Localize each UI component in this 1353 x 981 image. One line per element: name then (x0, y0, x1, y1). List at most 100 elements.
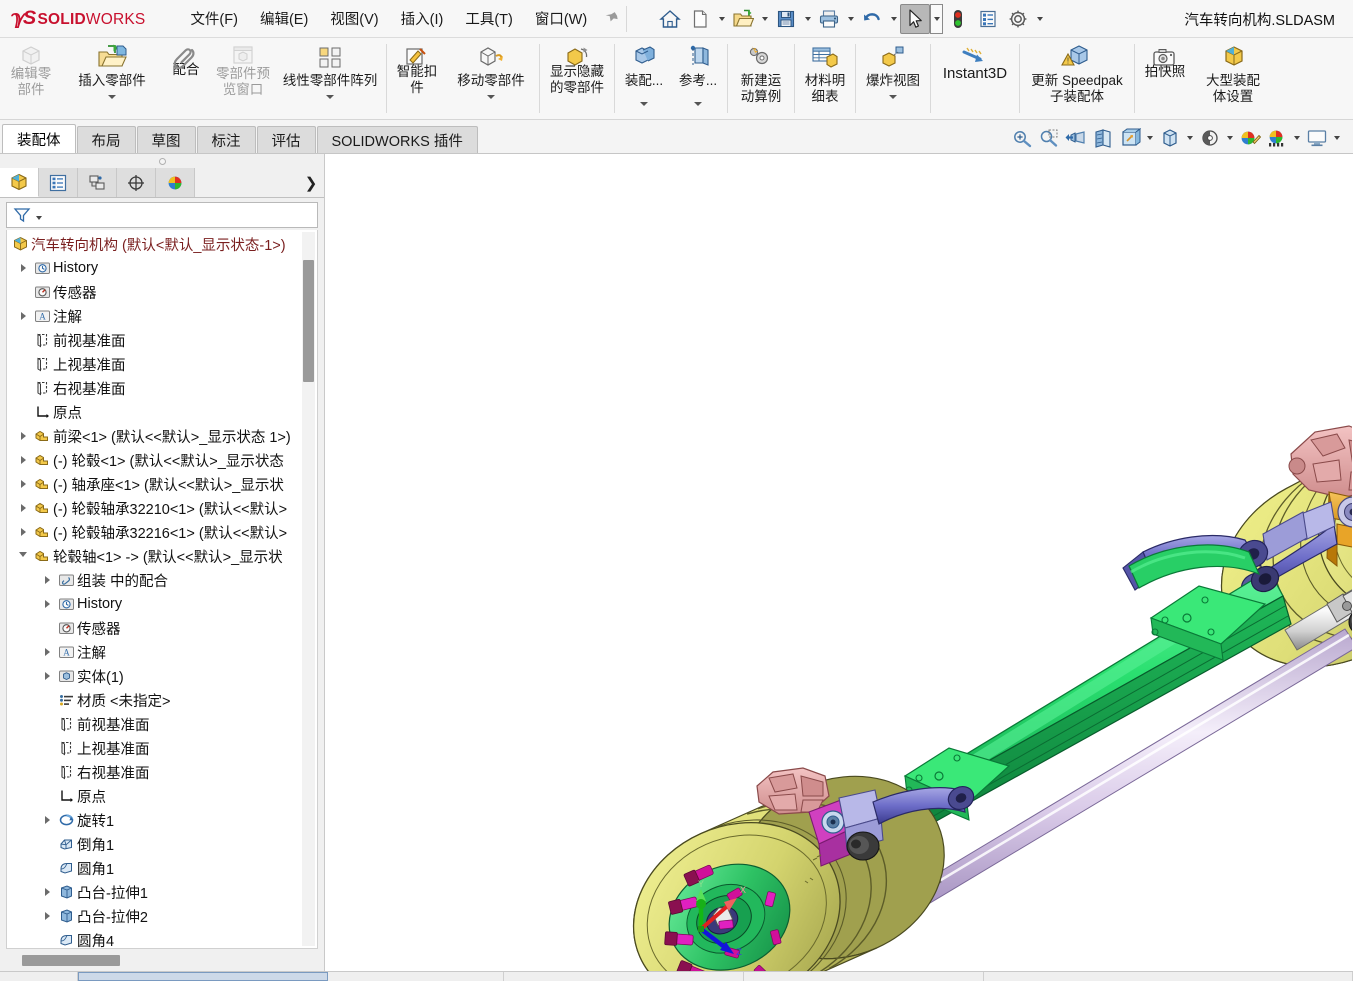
feature-tree-horizontal-scrollbar[interactable] (0, 949, 324, 971)
graphics-viewport[interactable]: Y X Z (325, 154, 1353, 971)
tree-sub-front-plane[interactable]: 前视基准面 (7, 712, 317, 736)
tab-layout[interactable]: 布局 (76, 126, 136, 153)
tree-right-plane[interactable]: 右视基准面 (7, 376, 317, 400)
tree-feature-boss-extrude1[interactable]: 凸台-拉伸1 (7, 880, 317, 904)
ribbon-component-preview[interactable]: 零部件预 览窗口 (210, 38, 276, 119)
ribbon-update-speedpak[interactable]: ! 更新 Speedpak 子装配体 (1022, 38, 1132, 119)
edit-appearance-icon[interactable] (1237, 125, 1263, 150)
ribbon-take-snapshot[interactable]: 拍快照 (1137, 38, 1193, 119)
feature-tree-filter[interactable] (6, 202, 318, 228)
tab-evaluate[interactable]: 评估 (256, 126, 316, 153)
menu-view[interactable]: 视图(V) (319, 4, 389, 33)
apply-scene-icon[interactable] (1264, 125, 1290, 150)
menu-edit[interactable]: 编辑(E) (249, 4, 319, 33)
tree-root-assembly[interactable]: 汽车转向机构 (默认<默认_显示状态-1>) (7, 232, 317, 256)
scrollbar-thumb[interactable] (303, 260, 314, 382)
menu-insert[interactable]: 插入(I) (390, 4, 455, 33)
ribbon-bom[interactable]: 材料明 细表 (797, 38, 853, 119)
fm-tab-property-manager[interactable] (39, 168, 78, 197)
feature-tree-vertical-scrollbar[interactable] (302, 232, 315, 946)
menu-tools[interactable]: 工具(T) (454, 4, 524, 33)
twisty-closed[interactable] (39, 648, 55, 656)
undo-caret[interactable] (887, 4, 900, 34)
hide-show-items-caret[interactable] (1224, 125, 1236, 150)
tree-sub-right-plane[interactable]: 右视基准面 (7, 760, 317, 784)
twisty-closed[interactable] (15, 312, 31, 320)
tree-origin[interactable]: 原点 (7, 400, 317, 424)
twisty-closed[interactable] (39, 576, 55, 584)
tab-assembly[interactable]: 装配体 (2, 124, 76, 153)
select-pointer-caret[interactable] (930, 3, 944, 34)
ribbon-reference-geometry[interactable]: 参考... (671, 38, 725, 119)
tree-part-bearing-seat[interactable]: (-) 轴承座<1> (默认<<默认>_显示状 (7, 472, 317, 496)
view-settings-caret[interactable] (1331, 125, 1343, 150)
previous-view-icon[interactable] (1063, 125, 1089, 150)
menu-file[interactable]: 文件(F) (179, 4, 249, 33)
tree-annotations[interactable]: A 注解 (7, 304, 317, 328)
print-icon[interactable] (814, 4, 844, 34)
gear-settings-caret[interactable] (1033, 4, 1046, 34)
tree-history[interactable]: History (7, 256, 317, 280)
fm-tab-dimxpert-manager[interactable] (117, 168, 156, 197)
twisty-closed[interactable] (15, 480, 31, 488)
tree-mates-in-assembly[interactable]: 组装 中的配合 (7, 568, 317, 592)
print-caret[interactable] (844, 4, 857, 34)
tree-feature-fillet1[interactable]: 圆角1 (7, 856, 317, 880)
twisty-closed[interactable] (15, 504, 31, 512)
view-orientation-caret[interactable] (1144, 125, 1156, 150)
tree-feature-fillet4[interactable]: 圆角4 (7, 928, 317, 948)
home-icon[interactable] (655, 4, 685, 34)
ribbon-assembly-features[interactable]: 装配... (617, 38, 671, 119)
select-pointer-icon[interactable] (900, 3, 931, 34)
display-style-caret[interactable] (1184, 125, 1196, 150)
filter-dropdown-caret[interactable] (36, 216, 42, 220)
ribbon-new-motion-study[interactable]: 新建运 动算例 (730, 38, 792, 119)
zoom-to-fit-icon[interactable] (1009, 125, 1035, 150)
options-list-icon[interactable] (973, 4, 1003, 34)
twisty-closed[interactable] (15, 264, 31, 272)
rebuild-traffic-light-icon[interactable] (943, 4, 973, 34)
feature-tree[interactable]: 汽车转向机构 (默认<默认_显示状态-1>) History 传感器 A 注解 … (6, 230, 318, 949)
open-folder-caret[interactable] (758, 4, 771, 34)
reference-geometry-dropdown-caret[interactable] (694, 101, 702, 106)
tab-markup[interactable]: 标注 (196, 126, 256, 153)
hide-show-items-icon[interactable] (1197, 125, 1223, 150)
twisty-closed[interactable] (15, 528, 31, 536)
fm-tab-display-manager[interactable] (156, 168, 195, 197)
ribbon-insert-component[interactable]: 插入零部件 (62, 38, 162, 119)
section-view-icon[interactable] (1090, 125, 1116, 150)
undo-icon[interactable] (857, 4, 887, 34)
tree-material[interactable]: 材质 <未指定> (7, 688, 317, 712)
move-component-dropdown-caret[interactable] (487, 94, 495, 99)
tree-part-hub-shaft[interactable]: 轮毂轴<1> -> (默认<<默认>_显示状 (7, 544, 317, 568)
twisty-closed[interactable] (15, 432, 31, 440)
tab-solidworks-addins[interactable]: SOLIDWORKS 插件 (316, 126, 478, 153)
tree-front-plane[interactable]: 前视基准面 (7, 328, 317, 352)
save-caret[interactable] (801, 4, 814, 34)
twisty-closed[interactable] (39, 816, 55, 824)
chevron-right-icon[interactable]: ❯ (298, 168, 324, 197)
ribbon-linear-pattern[interactable]: 线性零部件阵列 (276, 38, 384, 119)
view-orientation-icon[interactable] (1117, 125, 1143, 150)
ribbon-instant3d[interactable]: Instant3D (933, 38, 1017, 119)
new-document-icon[interactable] (685, 4, 715, 34)
model-3d-view[interactable] (325, 154, 1352, 971)
new-document-caret[interactable] (715, 4, 728, 34)
view-settings-icon[interactable] (1304, 125, 1330, 150)
menu-window[interactable]: 窗口(W) (524, 4, 598, 33)
display-style-icon[interactable] (1157, 125, 1183, 150)
ribbon-edit-component[interactable]: 编辑零 部件 (0, 38, 62, 119)
tree-sub-sensors[interactable]: 传感器 (7, 616, 317, 640)
tree-feature-boss-extrude2[interactable]: 凸台-拉伸2 (7, 904, 317, 928)
twisty-closed[interactable] (39, 912, 55, 920)
tree-feature-chamfer1[interactable]: 倒角1 (7, 832, 317, 856)
tree-part-bearing-32216[interactable]: (-) 轮毂轴承32216<1> (默认<<默认> (7, 520, 317, 544)
tree-sub-history[interactable]: History (7, 592, 317, 616)
tree-part-front-beam[interactable]: 前梁<1> (默认<<默认>_显示状态 1>) (7, 424, 317, 448)
tree-top-plane[interactable]: 上视基准面 (7, 352, 317, 376)
exploded-view-dropdown-caret[interactable] (889, 94, 897, 99)
save-icon[interactable] (771, 4, 801, 34)
pin-icon[interactable] (604, 11, 620, 27)
open-folder-icon[interactable] (728, 4, 758, 34)
ribbon-large-assembly-settings[interactable]: 大型装配 体设置 (1193, 38, 1273, 119)
